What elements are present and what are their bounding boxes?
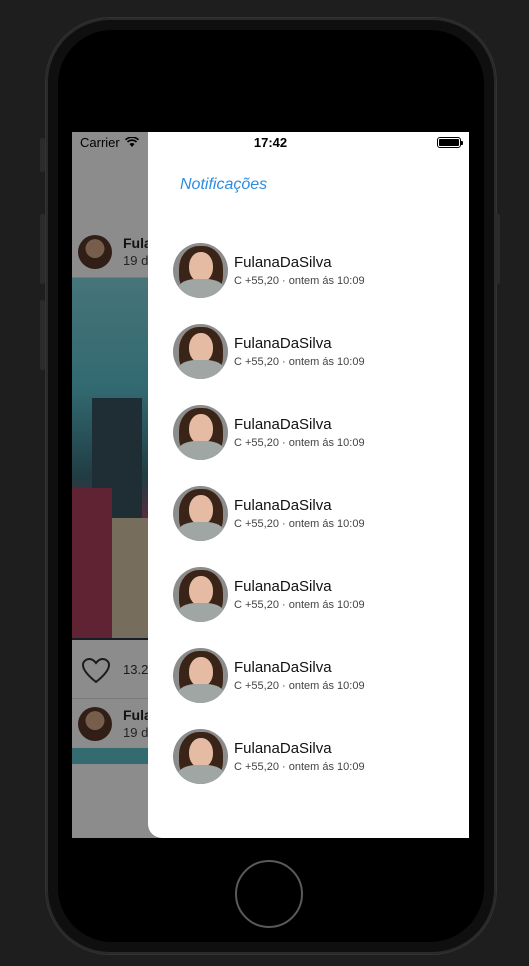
- avatar-scarf: [178, 684, 224, 703]
- drawer-title: Notificações: [180, 176, 268, 193]
- notification-name: FulanaDaSilva: [234, 740, 332, 757]
- avatar[interactable]: [173, 405, 228, 460]
- avatar-scarf: [178, 279, 224, 298]
- notification-item[interactable]: FulanaDaSilva C +55,20 · ontem ás 10:09: [173, 567, 453, 623]
- notification-name: FulanaDaSilva: [234, 578, 332, 595]
- notification-meta: C +55,20 · ontem ás 10:09: [234, 761, 365, 773]
- avatar-scarf: [178, 441, 224, 460]
- avatar-face: [189, 252, 213, 282]
- device-screen: Carrier Fula 19 d 13.2 Fula 19 d 17:42 N…: [72, 132, 469, 838]
- home-button[interactable]: [235, 860, 303, 928]
- notification-meta: C +55,20 · ontem ás 10:09: [234, 680, 365, 692]
- notification-meta: C +55,20 · ontem ás 10:09: [234, 518, 365, 530]
- status-time: 17:42: [253, 135, 288, 150]
- notification-name: FulanaDaSilva: [234, 416, 332, 433]
- avatar[interactable]: [173, 486, 228, 541]
- notification-item[interactable]: FulanaDaSilva C +55,20 · ontem ás 10:09: [173, 486, 453, 542]
- notification-name: FulanaDaSilva: [234, 254, 332, 271]
- notification-name: FulanaDaSilva: [234, 497, 332, 514]
- avatar[interactable]: [173, 243, 228, 298]
- volume-down-button: [40, 300, 45, 370]
- notification-name: FulanaDaSilva: [234, 659, 332, 676]
- battery-icon: [437, 137, 463, 148]
- notifications-drawer: 17:42 Notificações FulanaDaSilva C +55,2…: [148, 132, 469, 838]
- notification-meta: C +55,20 · ontem ás 10:09: [234, 356, 365, 368]
- avatar-face: [189, 738, 213, 768]
- notification-item[interactable]: FulanaDaSilva C +55,20 · ontem ás 10:09: [173, 324, 453, 380]
- avatar-scarf: [178, 765, 224, 784]
- avatar-face: [189, 414, 213, 444]
- notification-meta: C +55,20 · ontem ás 10:09: [234, 437, 365, 449]
- avatar-scarf: [178, 522, 224, 541]
- notification-item[interactable]: FulanaDaSilva C +55,20 · ontem ás 10:09: [173, 648, 453, 704]
- power-button: [495, 214, 500, 284]
- avatar-face: [189, 576, 213, 606]
- avatar[interactable]: [173, 729, 228, 784]
- volume-up-button: [40, 214, 45, 284]
- mute-switch: [40, 138, 45, 172]
- avatar-face: [189, 495, 213, 525]
- notification-item[interactable]: FulanaDaSilva C +55,20 · ontem ás 10:09: [173, 405, 453, 461]
- avatar-face: [189, 657, 213, 687]
- notification-meta: C +55,20 · ontem ás 10:09: [234, 275, 365, 287]
- avatar[interactable]: [173, 324, 228, 379]
- avatar-scarf: [178, 603, 224, 622]
- notification-name: FulanaDaSilva: [234, 335, 332, 352]
- notification-meta: C +55,20 · ontem ás 10:09: [234, 599, 365, 611]
- avatar[interactable]: [173, 648, 228, 703]
- avatar-face: [189, 333, 213, 363]
- avatar-scarf: [178, 360, 224, 379]
- notification-item[interactable]: FulanaDaSilva C +55,20 · ontem ás 10:09: [173, 729, 453, 785]
- notification-item[interactable]: FulanaDaSilva C +55,20 · ontem ás 10:09: [173, 243, 453, 299]
- avatar[interactable]: [173, 567, 228, 622]
